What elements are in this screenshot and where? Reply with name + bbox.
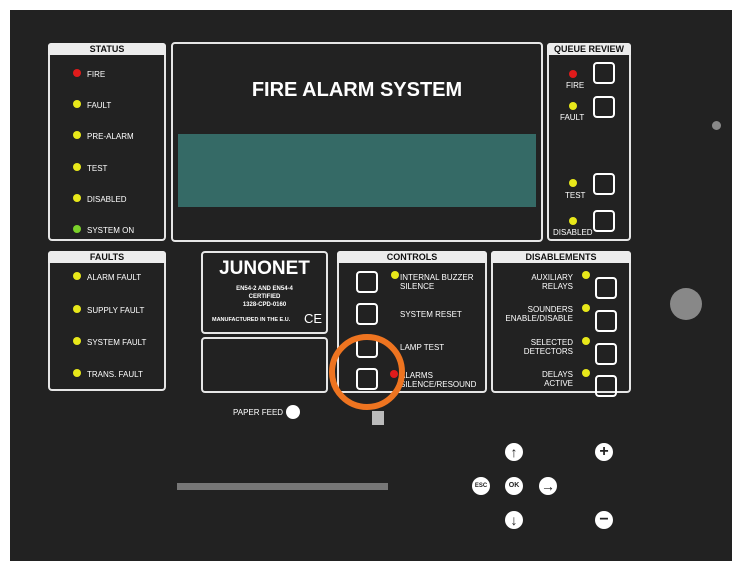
supply-fault-label: SUPPLY FAULT <box>87 306 145 315</box>
pre-alarm-led <box>73 131 81 139</box>
sounders-label-2: ENABLE/DISABLE <box>505 314 573 323</box>
right-arrow-button[interactable]: → <box>539 477 557 495</box>
queue-disabled-label: DISABLED <box>553 228 593 237</box>
queue-fault-led <box>569 102 577 110</box>
queue-fault-button[interactable] <box>593 96 615 118</box>
aux-relays-label-2: RELAYS <box>542 282 573 291</box>
alarms-label-2: SILENCE/RESOUND <box>400 380 477 389</box>
juno-net-logo: JUNONET <box>219 258 310 279</box>
buzzer-silence-label-1: INTERNAL BUZZER <box>400 273 474 282</box>
sounders-label-1: SOUNDERS <box>527 305 573 314</box>
fault-led <box>73 100 81 108</box>
lamp-test-label: LAMP TEST <box>400 343 445 352</box>
selected-detectors-label-2: DETECTORS <box>523 347 573 356</box>
aux-relays-led <box>582 271 590 279</box>
queue-test-label: TEST <box>565 191 586 200</box>
lcd-screen <box>178 134 536 207</box>
status-system-on-label: SYSTEM ON <box>87 226 135 235</box>
faults-header: FAULTS <box>48 251 166 263</box>
status-header: STATUS <box>48 43 166 55</box>
status-test-label: TEST <box>87 164 108 173</box>
plus-button[interactable]: + <box>595 443 613 461</box>
delays-active-button[interactable] <box>595 375 617 397</box>
delays-active-led <box>582 369 590 377</box>
system-fault-label: SYSTEM FAULT <box>87 338 147 347</box>
display-title: FIRE ALARM SYSTEM <box>251 79 463 101</box>
paper-feed-button[interactable] <box>286 405 300 419</box>
queue-fire-button[interactable] <box>593 62 615 84</box>
trans-fault-label: TRANS. FAULT <box>87 370 143 379</box>
queue-fire-led <box>569 70 577 78</box>
buzzer-silence-button[interactable] <box>356 271 378 293</box>
minus-button[interactable]: − <box>595 511 613 529</box>
cert-line-1: EN54-2 AND EN54-4 <box>236 286 293 292</box>
system-fault-led <box>73 337 81 345</box>
cert-line-2: CERTIFIED <box>248 294 281 300</box>
minus-icon: − <box>599 511 609 528</box>
selected-detectors-led <box>582 337 590 345</box>
alarm-fault-led <box>73 272 81 280</box>
paper-slot <box>177 483 388 490</box>
buzzer-led <box>391 271 399 279</box>
paper-feed-label: PAPER FEED <box>233 408 284 417</box>
sounders-button[interactable] <box>595 310 617 332</box>
manufactured-label: MANUFACTURED IN THE E.U. <box>212 317 291 323</box>
cert-line-3: 1328-CPD-0160 <box>242 302 287 308</box>
sounders-led <box>582 304 590 312</box>
selected-detectors-button[interactable] <box>595 343 617 365</box>
queue-review-header: QUEUE REVIEW <box>547 43 631 55</box>
up-arrow-button[interactable]: ↑ <box>505 443 523 461</box>
system-on-led <box>73 225 81 233</box>
ok-label: OK <box>508 482 520 489</box>
aux-relays-button[interactable] <box>595 277 617 299</box>
key-switch[interactable] <box>670 288 702 320</box>
esc-button[interactable]: ESC <box>472 477 490 495</box>
status-pre-alarm-label: PRE-ALARM <box>87 132 134 141</box>
esc-label: ESC <box>474 483 488 489</box>
ok-button[interactable]: OK <box>505 477 523 495</box>
aux-relays-label-1: AUXILIARY <box>531 273 573 282</box>
queue-fire-label: FIRE <box>566 81 585 90</box>
queue-fault-label: FAULT <box>560 113 585 122</box>
supply-fault-led <box>73 305 81 313</box>
system-reset-button[interactable] <box>356 303 378 325</box>
status-box: STATUS FIRE FAULT PRE-ALARM TEST DISABLE… <box>48 43 166 241</box>
delays-active-label-1: DELAYS <box>542 370 573 379</box>
buzzer-silence-label-2: SILENCE <box>400 282 435 291</box>
faults-box: FAULTS ALARM FAULT SUPPLY FAULT SYSTEM F… <box>48 251 166 391</box>
down-arrow-button[interactable]: ↓ <box>505 511 523 529</box>
queue-disabled-led <box>569 217 577 225</box>
status-fault-label: FAULT <box>87 101 112 110</box>
fire-led <box>73 69 81 77</box>
queue-test-button[interactable] <box>593 173 615 195</box>
down-arrow-icon: ↓ <box>510 512 518 528</box>
queue-disabled-button[interactable] <box>593 210 615 232</box>
disablements-box: DISABLEMENTS AUXILIARY RELAYS SOUNDERS E… <box>491 251 631 397</box>
queue-review-box: QUEUE REVIEW FIRE FAULT TEST DISABLED <box>547 43 631 241</box>
status-fire-label: FIRE <box>87 70 106 79</box>
controls-header: CONTROLS <box>337 251 487 263</box>
display-box: FIRE ALARM SYSTEM <box>171 42 543 242</box>
highlight-circle <box>329 334 405 410</box>
indicator-dot <box>712 121 721 130</box>
status-disabled-label: DISABLED <box>87 195 127 204</box>
ce-mark: CE <box>304 311 323 326</box>
selected-detectors-label-1: SELECTED <box>530 338 573 347</box>
test-led <box>73 163 81 171</box>
printer-window <box>201 337 328 393</box>
right-arrow-icon: → <box>541 478 555 494</box>
up-arrow-icon: ↑ <box>510 444 518 460</box>
fire-alarm-panel: STATUS FIRE FAULT PRE-ALARM TEST DISABLE… <box>10 10 732 561</box>
brand-box: JUNONET EN54-2 AND EN54-4 CERTIFIED 1328… <box>201 251 328 334</box>
alarm-fault-label: ALARM FAULT <box>87 273 142 282</box>
plus-icon: + <box>599 443 609 460</box>
delays-active-label-2: ACTIVE <box>544 379 573 388</box>
queue-test-led <box>569 179 577 187</box>
disabled-led <box>73 194 81 202</box>
key-slot <box>372 411 384 425</box>
trans-fault-led <box>73 369 81 377</box>
disablements-header: DISABLEMENTS <box>491 251 631 263</box>
system-reset-label: SYSTEM RESET <box>400 310 462 319</box>
